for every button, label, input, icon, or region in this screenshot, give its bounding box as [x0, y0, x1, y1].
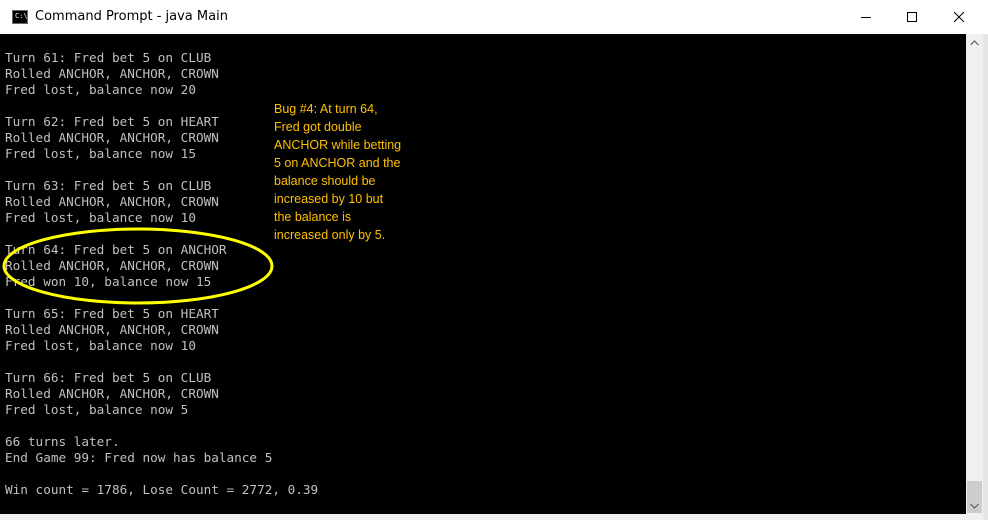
scroll-down-button[interactable] — [966, 497, 983, 514]
scroll-up-button[interactable] — [966, 34, 983, 51]
bug-annotation: Bug #4: At turn 64, Fred got double ANCHOR… — [274, 100, 424, 244]
console-line: Rolled ANCHOR, ANCHOR, CROWN — [5, 130, 219, 145]
annotation-line: balance should be — [274, 174, 376, 188]
console-output[interactable]: Turn 61: Fred bet 5 on CLUB Rolled ANCHOR… — [0, 34, 966, 514]
scroll-down-icon — [970, 503, 979, 509]
scroll-up-icon — [970, 39, 979, 45]
maximize-icon — [907, 12, 917, 22]
console-line: Fred won 10, balance now 15 — [5, 274, 212, 289]
console-line: Rolled ANCHOR, ANCHOR, CROWN — [5, 258, 219, 273]
annotation-line: Bug #4: At turn 64, — [274, 102, 378, 116]
console-line: Turn 61: Fred bet 5 on CLUB — [5, 50, 212, 65]
annotation-line: increased only by 5. — [274, 228, 386, 242]
annotation-line: 5 on ANCHOR and the — [274, 156, 401, 170]
title-bar[interactable]: C:\ Command Prompt - java Main — [0, 0, 988, 34]
window-bottom-border — [0, 514, 983, 520]
cmd-icon[interactable]: C:\ — [12, 10, 28, 24]
console-line: Rolled ANCHOR, ANCHOR, CROWN — [5, 386, 219, 401]
console-line: Turn 64: Fred bet 5 on ANCHOR — [5, 242, 227, 257]
annotation-line: increased by 10 but — [274, 192, 384, 206]
console-line: End Game 99: Fred now has balance 5 — [5, 450, 273, 465]
console-line: Fred lost, balance now 5 — [5, 402, 189, 417]
console-line: Fred lost, balance now 10 — [5, 210, 196, 225]
minimize-icon — [861, 17, 871, 18]
window-edge — [983, 34, 988, 520]
console-line: Win count = 1786, Lose Count = 2772, 0.3… — [5, 482, 319, 497]
annotation-line: the balance is — [274, 210, 352, 224]
cmd-icon-glyph: C:\ — [15, 12, 28, 20]
console-line: Turn 62: Fred bet 5 on HEART — [5, 114, 219, 129]
close-button[interactable] — [936, 0, 982, 34]
window-title: Command Prompt - java Main — [35, 9, 228, 24]
console-line: Rolled ANCHOR, ANCHOR, CROWN — [5, 322, 219, 337]
console-line: Fred lost, balance now 10 — [5, 338, 196, 353]
console-line: Turn 63: Fred bet 5 on CLUB — [5, 178, 212, 193]
console-line: Turn 65: Fred bet 5 on HEART — [5, 306, 219, 321]
command-prompt-window: C:\ Command Prompt - java Main Turn 61: … — [0, 0, 988, 520]
annotation-line: Fred got double — [274, 120, 362, 134]
maximize-button[interactable] — [889, 0, 935, 34]
console-line: 66 turns later. — [5, 434, 120, 449]
console-line: Rolled ANCHOR, ANCHOR, CROWN — [5, 66, 219, 81]
annotation-line: ANCHOR while betting — [274, 138, 402, 152]
vertical-scrollbar[interactable] — [966, 34, 983, 514]
minimize-button[interactable] — [843, 0, 889, 34]
console-line: Turn 66: Fred bet 5 on CLUB — [5, 370, 212, 385]
console-line: Rolled ANCHOR, ANCHOR, CROWN — [5, 194, 219, 209]
close-icon — [953, 11, 965, 23]
console-line: Fred lost, balance now 15 — [5, 146, 196, 161]
console-line: Fred lost, balance now 20 — [5, 82, 196, 97]
